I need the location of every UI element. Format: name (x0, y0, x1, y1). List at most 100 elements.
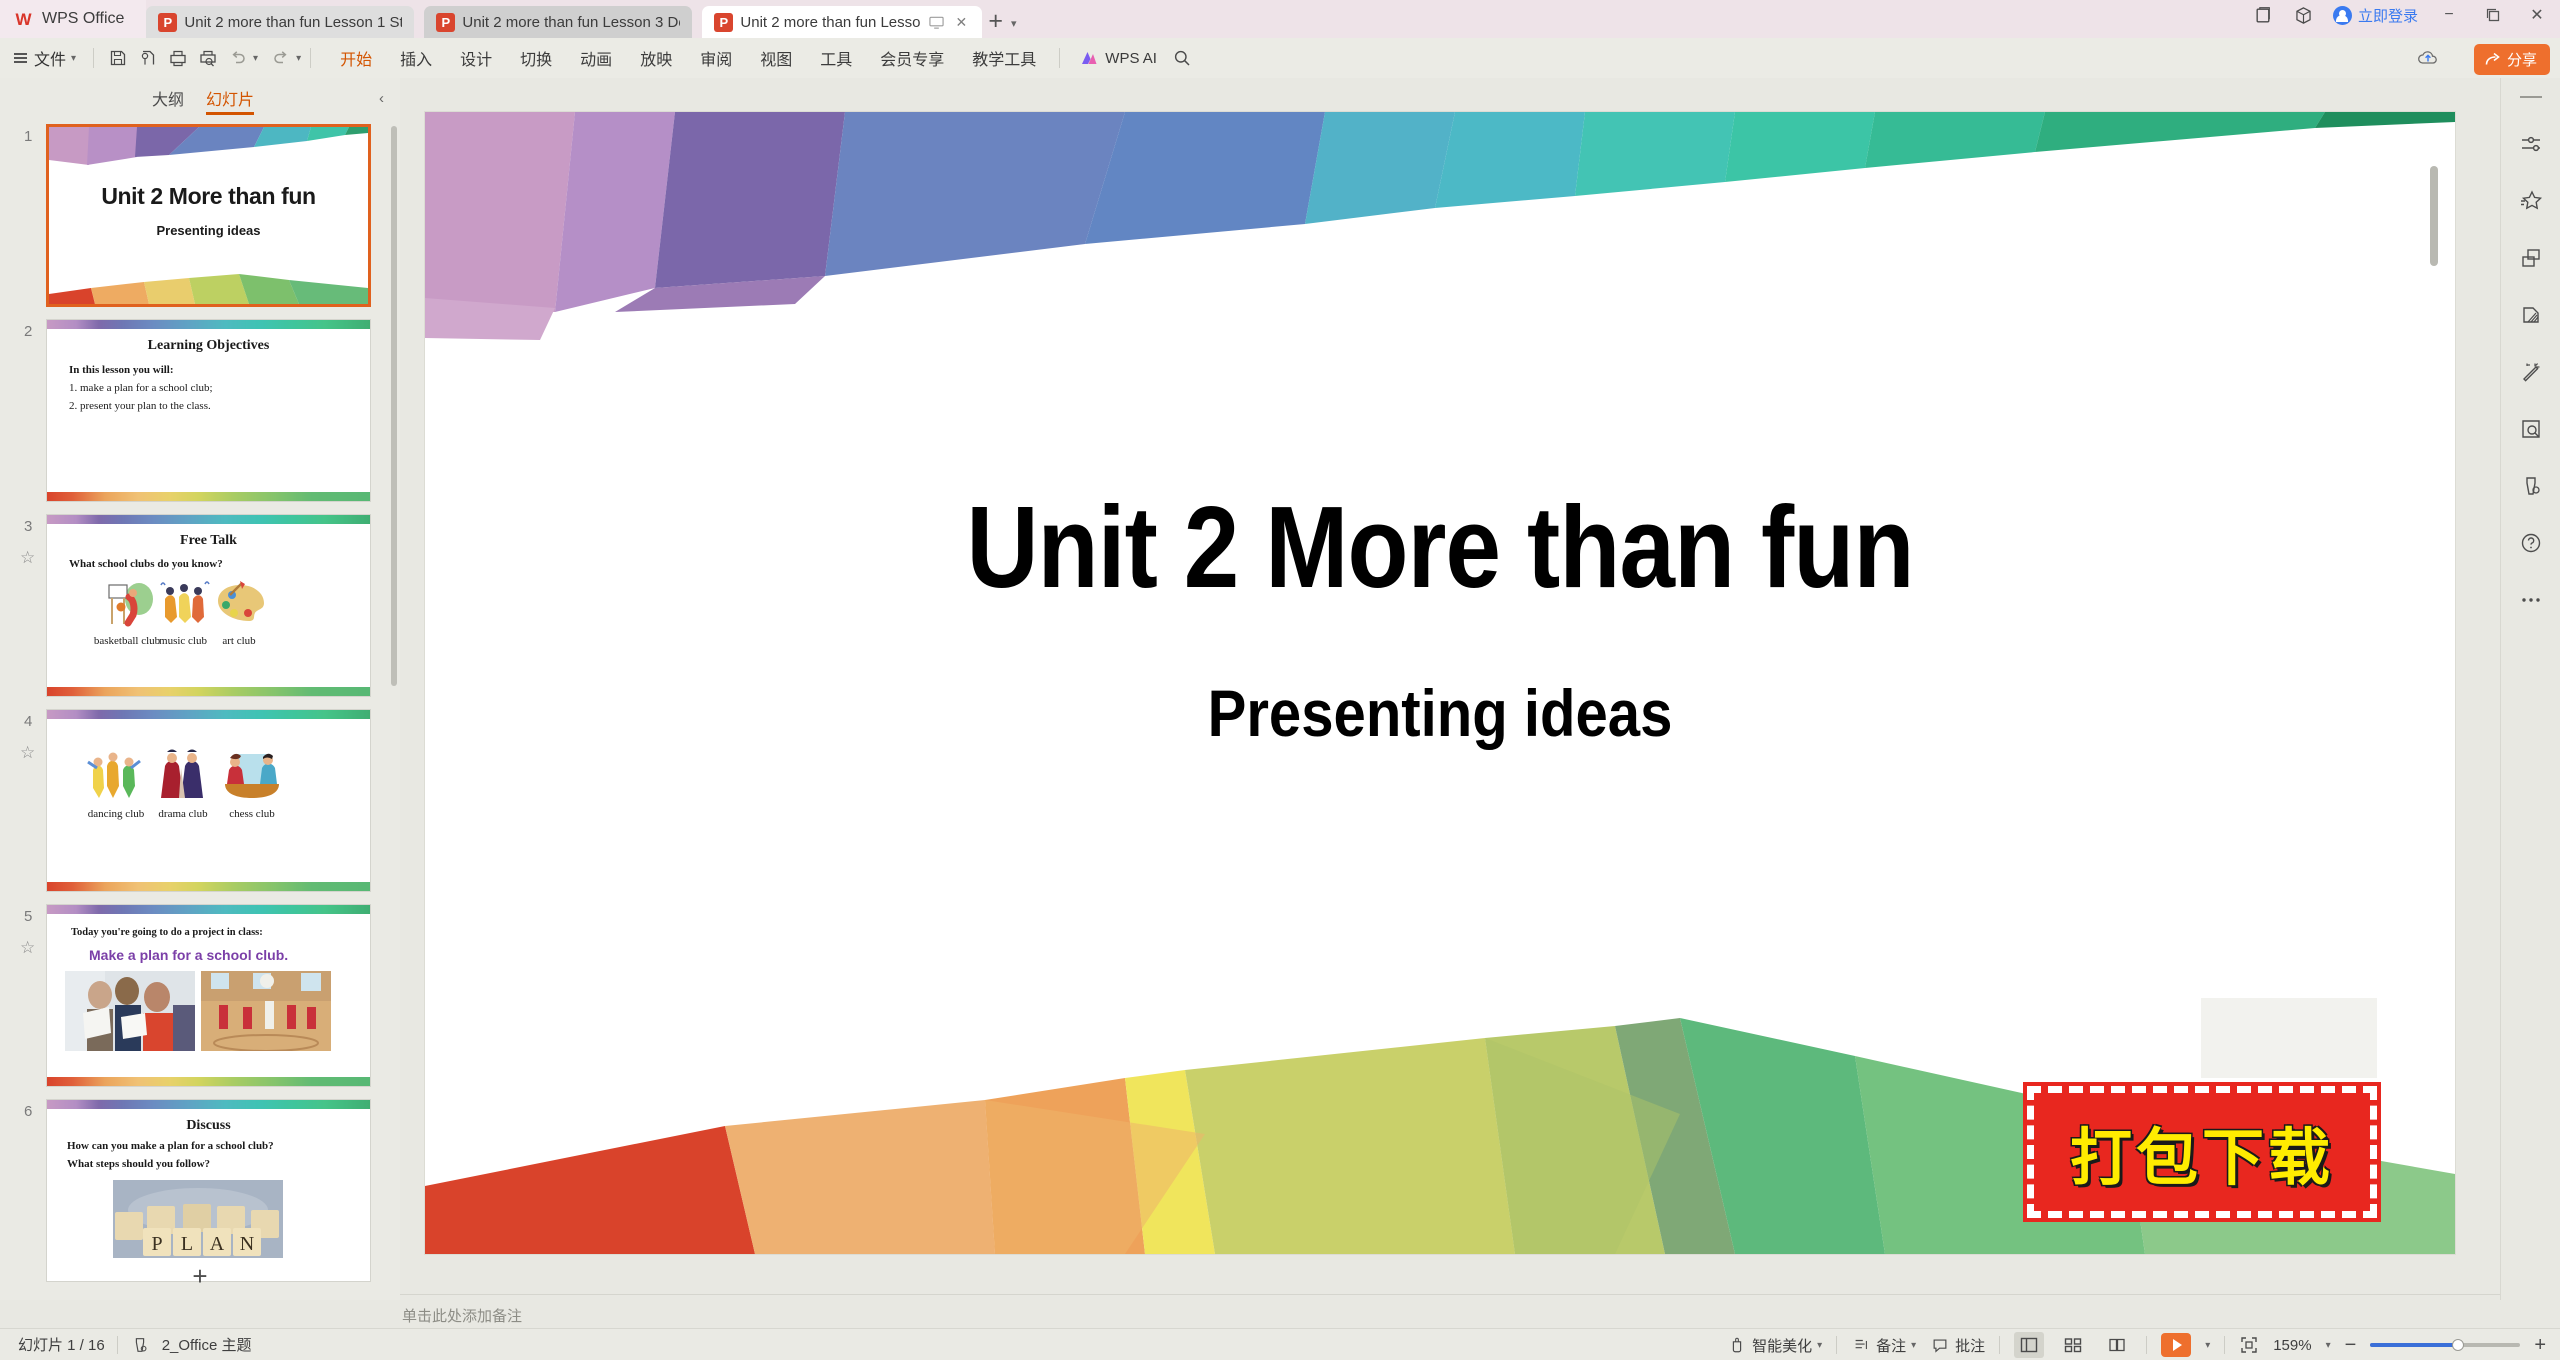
fit-to-window-icon[interactable] (2239, 1335, 2259, 1355)
zoom-level-label[interactable]: 159% (2273, 1337, 2311, 1354)
ribbon-tab-view[interactable]: 视图 (746, 42, 806, 74)
zoom-out-button[interactable]: − (2345, 1335, 2357, 1355)
theme-label[interactable]: 2_Office 主题 (162, 1334, 252, 1355)
brand-tab[interactable]: W WPS Office (0, 0, 147, 38)
slide-counter: 幻灯片 1 / 16 (18, 1337, 105, 1354)
ribbon-tab-design[interactable]: 设计 (446, 42, 506, 74)
zoom-in-button[interactable]: + (2534, 1335, 2546, 1355)
zoom-dropdown-icon[interactable]: ▾ (2326, 1340, 2331, 1351)
reading-view-button[interactable] (2102, 1332, 2132, 1358)
properties-icon[interactable] (2516, 129, 2546, 159)
ribbon-tab-tools[interactable]: 工具 (806, 42, 866, 74)
smart-beautify-button[interactable]: 智能美化 ▾ (1727, 1335, 1822, 1356)
thumbnail-item-4[interactable]: 4 ☆ dancing club drama club chess club (0, 707, 400, 902)
ribbon-tab-teaching-tools[interactable]: 教学工具 (958, 42, 1050, 74)
help-icon[interactable] (2516, 528, 2546, 558)
canvas-scrollbar[interactable] (2430, 166, 2438, 266)
tab-list-chevron-icon[interactable]: ▾ (1011, 17, 1017, 30)
slide-decoration-top (425, 112, 2455, 342)
theme-icon[interactable] (2516, 471, 2546, 501)
magic-wand-icon[interactable] (2516, 357, 2546, 387)
thumbnail-item-1[interactable]: 1 Unit 2 More than fun Presenting ideas (0, 122, 400, 317)
slide-sorter-view-button[interactable] (2058, 1332, 2088, 1358)
tab-outline[interactable]: 大纲 (152, 86, 184, 115)
undo-icon[interactable] (223, 45, 253, 71)
slide-thumbnail-3[interactable]: Free Talk What school clubs do you know?… (46, 514, 371, 697)
redo-icon[interactable] (266, 45, 296, 71)
slide-thumbnail-4[interactable]: dancing club drama club chess club (46, 709, 371, 892)
thumbnail-scrollbar[interactable] (391, 126, 397, 686)
comment-label: 批注 (1955, 1337, 1986, 1355)
thumbnail-item-3[interactable]: 3 ☆ Free Talk What school clubs do you k… (0, 512, 400, 707)
design-ideas-icon[interactable] (2516, 300, 2546, 330)
right-side-toolbar (2500, 78, 2560, 1300)
slideshow-options-chevron-icon[interactable]: ▾ (2205, 1340, 2210, 1351)
slide-thumbnail-6[interactable]: Discuss How can you make a plan for a sc… (46, 1099, 371, 1282)
close-tab-icon[interactable]: ✕ (952, 13, 970, 31)
cloud-upload-icon[interactable] (2416, 47, 2440, 69)
preview-icon[interactable] (2516, 414, 2546, 444)
document-tab-1[interactable]: P Unit 2 more than fun Lesson 1 Sta (146, 6, 415, 38)
minimize-button[interactable]: − (2436, 4, 2462, 26)
share-button[interactable]: 分享 (2473, 44, 2550, 75)
thumbnail-caption: drama club (158, 808, 208, 820)
chevron-down-icon: ▾ (1911, 1339, 1917, 1351)
document-tab-3-active[interactable]: P Unit 2 more than fun Lesso ✕ (702, 6, 983, 38)
cube-3d-icon[interactable] (2293, 4, 2315, 26)
save-icon[interactable] (103, 45, 133, 71)
powerpoint-icon: P (714, 12, 734, 32)
ribbon-tab-slideshow[interactable]: 放映 (626, 42, 686, 74)
thumbnail-list[interactable]: 1 Unit 2 More than fun Presenting ideas … (0, 122, 400, 1360)
maximize-button[interactable] (2480, 4, 2506, 26)
save-as-icon[interactable] (133, 45, 163, 71)
photo-plan-blocks: PLAN (113, 1180, 283, 1258)
new-tab-button[interactable]: + (982, 9, 1009, 34)
ribbon-tab-review[interactable]: 审阅 (686, 42, 746, 74)
thumbnail-item-2[interactable]: 2 Learning Objectives In this lesson you… (0, 317, 400, 512)
add-slide-button[interactable]: + (0, 1261, 400, 1292)
ribbon-tab-animations[interactable]: 动画 (566, 42, 626, 74)
file-menu-button[interactable]: 文件 ▾ (0, 46, 84, 70)
slide-animation-star-icon: ☆ (20, 743, 36, 762)
comment-button[interactable]: 批注 (1930, 1335, 1985, 1356)
document-tab-2[interactable]: P Unit 2 more than fun Lesson 3 De (424, 6, 693, 38)
redo-dropdown-icon[interactable]: ▾ (296, 53, 301, 64)
thumbnail-item-5[interactable]: 5 ☆ Today you're going to do a project i… (0, 902, 400, 1097)
ribbon-tab-insert[interactable]: 插入 (386, 42, 446, 74)
normal-view-button[interactable] (2014, 1332, 2045, 1358)
slide-decoration-top (47, 905, 370, 914)
notes-toggle-button[interactable]: 备注 ▾ (1851, 1335, 1916, 1356)
zoom-slider-handle[interactable] (2452, 1339, 2465, 1351)
search-icon[interactable] (1167, 45, 1197, 71)
ribbon-tab-transitions[interactable]: 切换 (506, 42, 566, 74)
start-slideshow-button[interactable] (2161, 1333, 2192, 1357)
slide-thumbnail-1[interactable]: Unit 2 More than fun Presenting ideas (46, 124, 371, 307)
print-icon[interactable] (163, 45, 193, 71)
notes-placeholder[interactable]: 单击此处添加备注 (402, 1305, 522, 1326)
ribbon-tab-home[interactable]: 开始 (326, 42, 386, 74)
thumbnail-caption: art club (222, 635, 256, 647)
slide-thumbnail-5[interactable]: Today you're going to do a project in cl… (46, 904, 371, 1087)
undo-dropdown-icon[interactable]: ▾ (253, 53, 258, 64)
chevron-left-icon[interactable]: ‹ (379, 90, 384, 107)
more-icon[interactable] (2516, 585, 2546, 615)
theme-icon[interactable] (130, 1335, 150, 1355)
tab-slides[interactable]: 幻灯片 (206, 86, 255, 115)
ai-star-icon[interactable] (2516, 186, 2546, 216)
notes-pane[interactable]: 单击此处添加备注 (400, 1300, 2560, 1328)
ribbon-tab-member[interactable]: 会员专享 (866, 42, 958, 74)
slide-number: 4 (24, 713, 33, 730)
current-slide-canvas[interactable]: Unit 2 More than fun Presenting ideas 打包… (425, 112, 2455, 1254)
chevron-down-icon: ▾ (1817, 1339, 1823, 1351)
wps-ai-button[interactable]: WPS AI (1069, 49, 1167, 67)
close-button[interactable]: ✕ (2524, 4, 2550, 26)
present-in-window-icon[interactable] (927, 13, 945, 31)
print-preview-icon[interactable] (193, 45, 223, 71)
login-button[interactable]: 立即登录 (2332, 5, 2418, 26)
slide-thumbnail-2[interactable]: Learning Objectives In this lesson you w… (46, 319, 371, 502)
slide-title[interactable]: Unit 2 More than fun (567, 480, 2313, 614)
copy-window-icon[interactable] (2253, 4, 2275, 26)
slide-subtitle[interactable]: Presenting ideas (547, 675, 2333, 751)
zoom-slider[interactable] (2370, 1339, 2521, 1351)
shapes-icon[interactable] (2516, 243, 2546, 273)
